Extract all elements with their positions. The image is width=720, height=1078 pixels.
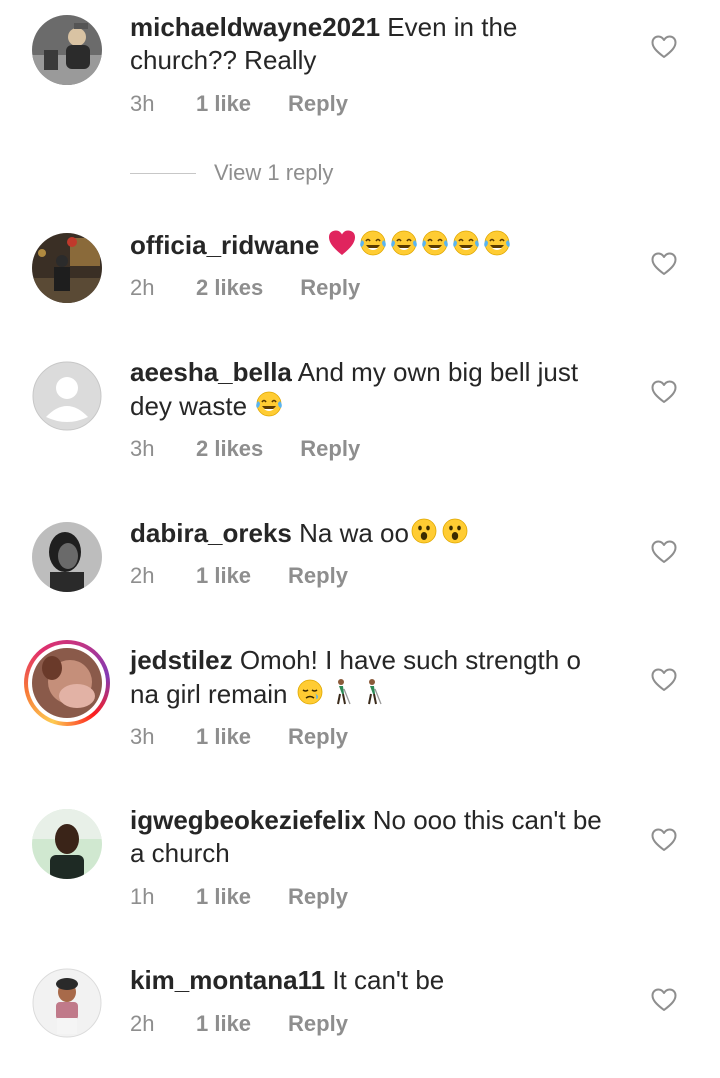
comment-emojis bbox=[327, 230, 513, 260]
heart-icon[interactable] bbox=[651, 828, 677, 852]
person-with-cane-icon bbox=[326, 677, 356, 707]
comment-body: It can't be bbox=[332, 965, 445, 995]
comment-time: 3h bbox=[130, 724, 155, 749]
comment-text: kim_montana11 It can't be bbox=[130, 964, 620, 997]
comment-username[interactable]: officia_ridwane bbox=[130, 230, 319, 260]
heart-icon[interactable] bbox=[651, 540, 677, 564]
avatar[interactable] bbox=[32, 233, 102, 303]
comment-text: officia_ridwane bbox=[130, 228, 620, 262]
red-heart-icon bbox=[327, 228, 357, 258]
comment-likes[interactable]: 1 like bbox=[196, 91, 251, 117]
comment-body-cont: dey waste bbox=[130, 391, 248, 421]
avatar[interactable] bbox=[32, 809, 102, 879]
heart-icon[interactable] bbox=[651, 668, 677, 692]
avatar[interactable] bbox=[32, 968, 102, 1038]
comment-username[interactable]: dabira_oreks bbox=[130, 518, 292, 548]
comment-body: Omoh! I have such strength o bbox=[239, 645, 581, 675]
comment-likes[interactable]: 1 like bbox=[196, 884, 251, 910]
comment-username[interactable]: aeesha_bella bbox=[130, 357, 292, 387]
comment-meta: 2h 2 likes Reply bbox=[130, 273, 360, 303]
tears-of-joy-icon bbox=[482, 228, 512, 258]
reply-button[interactable]: Reply bbox=[288, 563, 348, 589]
comment-time: 1h bbox=[130, 884, 155, 909]
avatar-photo bbox=[32, 233, 102, 303]
avatar-photo bbox=[32, 968, 102, 1038]
heart-icon[interactable] bbox=[651, 988, 677, 1012]
view-replies[interactable]: View 1 reply bbox=[130, 158, 333, 188]
reply-button[interactable]: Reply bbox=[288, 724, 348, 750]
comment-time: 2h bbox=[130, 1011, 155, 1036]
comment-username[interactable]: kim_montana11 bbox=[130, 965, 325, 995]
comment-text: jedstilez Omoh! I have such strength o n… bbox=[130, 644, 620, 711]
comment-text: dabira_oreks Na wa oo bbox=[130, 516, 620, 550]
reply-button[interactable]: Reply bbox=[288, 91, 348, 117]
comment-text: igwegbeokeziefelix No ooo this can't be … bbox=[130, 804, 620, 870]
comment-meta: 1h 1 like Reply bbox=[130, 882, 348, 912]
avatar-photo bbox=[32, 809, 102, 879]
comment-time: 3h bbox=[130, 436, 155, 461]
avatar-photo bbox=[32, 648, 102, 718]
avatar[interactable] bbox=[32, 15, 102, 85]
astonished-face-icon bbox=[440, 516, 470, 546]
avatar[interactable] bbox=[32, 361, 102, 431]
comment-text: michaeldwayne2021 Even in the church?? R… bbox=[130, 11, 620, 77]
view-replies-label[interactable]: View 1 reply bbox=[214, 160, 333, 186]
reply-button[interactable]: Reply bbox=[300, 275, 360, 301]
tears-of-joy-icon bbox=[420, 228, 450, 258]
tears-of-joy-icon bbox=[451, 228, 481, 258]
comment-body: No ooo this can't be bbox=[372, 805, 602, 835]
tears-of-joy-icon bbox=[389, 228, 419, 258]
comment-likes[interactable]: 1 like bbox=[196, 563, 251, 589]
comment-time: 3h bbox=[130, 91, 155, 116]
heart-icon[interactable] bbox=[651, 252, 677, 276]
person-with-cane-icon bbox=[357, 677, 387, 707]
comment-likes[interactable]: 1 like bbox=[196, 1011, 251, 1037]
heart-icon[interactable] bbox=[651, 35, 677, 59]
comment-likes[interactable]: 2 likes bbox=[196, 275, 263, 301]
avatar bbox=[28, 644, 106, 722]
comment-body: Even in the bbox=[387, 12, 518, 42]
avatar-photo bbox=[32, 15, 102, 85]
view-replies-line bbox=[130, 172, 196, 174]
comment-username[interactable]: jedstilez bbox=[130, 645, 233, 675]
default-avatar-icon bbox=[32, 361, 102, 431]
comment-body-cont: na girl remain bbox=[130, 679, 288, 709]
heart-icon[interactable] bbox=[651, 380, 677, 404]
comment-body: Na wa oo bbox=[299, 518, 409, 548]
comment-meta: 3h 1 like Reply bbox=[130, 89, 348, 119]
comment-body: And my own big bell just bbox=[297, 357, 579, 387]
comment-text: aeesha_bella And my own big bell just de… bbox=[130, 356, 620, 423]
comment-likes[interactable]: 2 likes bbox=[196, 436, 263, 462]
avatar[interactable] bbox=[32, 522, 102, 592]
comment-meta: 3h 2 likes Reply bbox=[130, 434, 360, 464]
reply-button[interactable]: Reply bbox=[300, 436, 360, 462]
avatar-story-ring[interactable] bbox=[24, 640, 110, 726]
tears-of-joy-icon bbox=[358, 228, 388, 258]
avatar-photo bbox=[32, 522, 102, 592]
comment-meta: 3h 1 like Reply bbox=[130, 722, 348, 752]
comment-username[interactable]: michaeldwayne2021 bbox=[130, 12, 380, 42]
comment-meta: 2h 1 like Reply bbox=[130, 561, 348, 591]
comment-body-cont: a church bbox=[130, 838, 230, 868]
comment-meta: 2h 1 like Reply bbox=[130, 1009, 348, 1039]
comment-likes[interactable]: 1 like bbox=[196, 724, 251, 750]
reply-button[interactable]: Reply bbox=[288, 884, 348, 910]
astonished-face-icon bbox=[409, 516, 439, 546]
comment-username[interactable]: igwegbeokeziefelix bbox=[130, 805, 366, 835]
comment-time: 2h bbox=[130, 563, 155, 588]
comment-body-cont: church?? Really bbox=[130, 45, 317, 75]
sleepy-face-icon bbox=[295, 677, 325, 707]
comment-time: 2h bbox=[130, 275, 155, 300]
reply-button[interactable]: Reply bbox=[288, 1011, 348, 1037]
tears-of-joy-icon bbox=[254, 389, 284, 419]
